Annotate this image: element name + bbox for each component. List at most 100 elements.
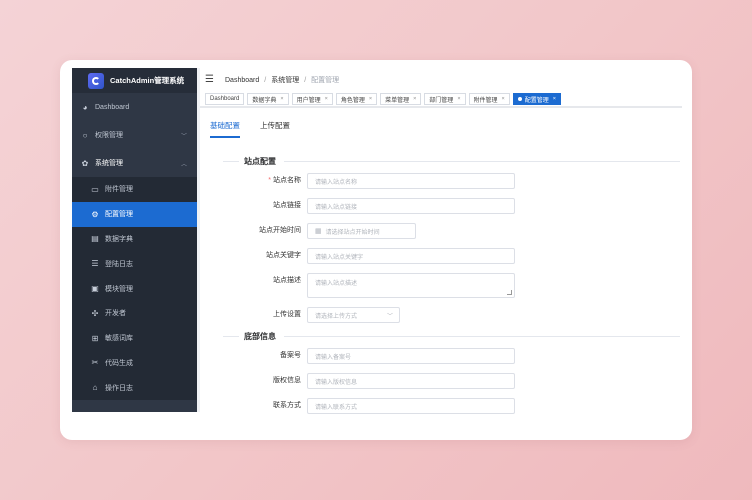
keywords-input[interactable]: 请输入站点关键字 — [307, 248, 515, 264]
tab-dashboard[interactable]: Dashboard — [205, 93, 245, 105]
field-label-text: 站点名称 — [273, 177, 301, 184]
subtab-upload[interactable]: 上传配置 — [260, 120, 290, 138]
app-title: CatchAdmin管理系统 — [110, 76, 185, 85]
close-icon[interactable]: × — [457, 96, 460, 102]
sidebar-item-label: 操作日志 — [105, 384, 133, 392]
tab-dictionary[interactable]: 数据字典 × — [247, 93, 289, 105]
placeholder: 请选择站点开始时间 — [325, 229, 380, 236]
sidebar-item-label: 数据字典 — [105, 235, 133, 243]
sidebar-item-label: 模块管理 — [105, 285, 133, 293]
folder-icon: ▭ — [91, 184, 99, 194]
sidebar-item-attachments[interactable]: ▭ 附件管理 — [72, 177, 197, 202]
app-logo[interactable]: CatchAdmin管理系统 — [72, 68, 197, 93]
form-row-site-name: * 站点名称 请输入站点名称 — [200, 173, 515, 189]
placeholder: 请输入联系方式 — [315, 404, 358, 411]
start-time-picker[interactable]: ▦ 请选择站点开始时间 — [307, 223, 416, 239]
icp-input[interactable]: 请输入备案号 — [307, 348, 515, 364]
sidebar-item-label: 系统管理 — [95, 160, 123, 167]
field-label: 备案号 — [280, 352, 301, 359]
divider — [223, 336, 239, 337]
sidebar-item-permissions[interactable]: ○ 权限管理 ﹀ — [72, 121, 197, 149]
logo-icon — [88, 72, 104, 89]
gear-icon: ✿ — [81, 158, 89, 168]
sidebar-item-dictionary[interactable]: ▤ 数据字典 — [72, 227, 197, 252]
divider — [284, 336, 680, 337]
crosshair-icon: ✣ — [91, 308, 99, 318]
tab-attachments[interactable]: 附件管理 × — [468, 93, 510, 105]
tab-departments[interactable]: 部门管理 × — [424, 93, 466, 105]
tab-config[interactable]: 配置管理 × — [512, 93, 561, 105]
description-textarea[interactable]: 请输入站点描述 — [307, 273, 515, 298]
field-label: 站点描述 — [273, 277, 301, 284]
field-label: 站点开始时间 — [259, 227, 301, 234]
menu-fold-icon[interactable]: ☰ — [205, 75, 217, 85]
folder-plus-icon: ⊞ — [91, 333, 99, 343]
tab-label: 菜单管理 — [385, 97, 410, 104]
copyright-input[interactable]: 请输入版权信息 — [307, 373, 515, 389]
section-site-config: 站点配置 — [223, 156, 680, 167]
sidebar: CatchAdmin管理系统 ◕ Dashboard ○ 权限管理 ﹀ ✿ 系统… — [72, 68, 197, 412]
placeholder: 请输入站点描述 — [315, 281, 358, 287]
form-row-upload: 上传设置 请选择上传方式 ﹀ — [200, 307, 400, 323]
site-name-input[interactable]: 请输入站点名称 — [307, 173, 515, 189]
module-icon: ▣ — [91, 284, 99, 294]
divider — [284, 161, 680, 162]
breadcrumb-item[interactable]: Dashboard — [225, 77, 259, 84]
sidebar-item-system[interactable]: ✿ 系统管理 ︿ — [72, 149, 197, 177]
section-title: 站点配置 — [244, 157, 276, 166]
close-icon[interactable]: × — [553, 96, 556, 102]
field-label: 版权信息 — [273, 377, 301, 384]
sidebar-item-config[interactable]: ⚙ 配置管理 — [72, 201, 197, 227]
sidebar-item-label: 权限管理 — [95, 132, 123, 139]
sidebar-item-dashboard[interactable]: ◕ Dashboard — [72, 93, 197, 121]
sidebar-item-developer[interactable]: ✣ 开发者 — [72, 301, 197, 326]
gear-icon: ⚙ — [91, 209, 99, 219]
field-label: 站点关键字 — [266, 252, 301, 259]
subtab-basic[interactable]: 基础配置 — [210, 120, 240, 138]
placeholder: 请输入备案号 — [315, 354, 352, 361]
section-footer-info: 底部信息 — [223, 331, 680, 342]
tab-roles[interactable]: 角色管理 × — [335, 93, 378, 105]
field-label: 上传设置 — [273, 311, 301, 318]
topbar: ☰ Dashboard / 系统管理 / 配置管理 — [200, 68, 682, 92]
breadcrumb-item[interactable]: 系统管理 — [271, 75, 299, 85]
close-icon[interactable]: × — [413, 96, 416, 102]
tab-menus[interactable]: 菜单管理 × — [380, 93, 422, 105]
sidebar-item-label: 敏感词库 — [105, 335, 133, 343]
field-label: 联系方式 — [273, 402, 301, 409]
sidebar-item-label: 附件管理 — [105, 186, 133, 194]
chevron-down-icon: ﹀ — [180, 134, 187, 140]
close-icon[interactable]: × — [369, 96, 372, 102]
form-row-site-url: 站点链接 请输入站点链接 — [200, 198, 515, 214]
section-title: 底部信息 — [244, 332, 276, 341]
divider — [223, 161, 239, 162]
close-icon[interactable]: × — [325, 96, 328, 102]
breadcrumb-current: 配置管理 — [311, 77, 340, 84]
database-icon: ☰ — [91, 259, 99, 269]
required-mark: * — [268, 177, 271, 184]
sidebar-item-login-log[interactable]: ☰ 登陆日志 — [72, 251, 197, 276]
contact-input[interactable]: 请输入联系方式 — [307, 398, 515, 414]
chevron-up-icon: ︿ — [180, 162, 187, 168]
sidebar-item-label: 代码生成 — [105, 359, 133, 367]
site-url-input[interactable]: 请输入站点链接 — [307, 198, 515, 214]
sidebar-item-codegen[interactable]: ✂ 代码生成 — [72, 351, 197, 376]
tab-label: 数据字典 — [252, 97, 277, 104]
tab-users[interactable]: 用户管理 × — [291, 93, 333, 105]
sidebar-item-modules[interactable]: ▣ 模块管理 — [72, 276, 197, 301]
placeholder: 请输入站点链接 — [315, 204, 358, 211]
tabs-bar: Dashboard 数据字典 × 用户管理 × 角色管理 × 菜单管理 × 部门… — [200, 92, 682, 108]
placeholder: 请输入版权信息 — [315, 379, 358, 386]
sidebar-item-label: 开发者 — [105, 310, 126, 318]
form-row-contact: 联系方式 请输入联系方式 — [200, 398, 515, 414]
close-icon[interactable]: × — [280, 96, 283, 102]
form-row-keywords: 站点关键字 请输入站点关键字 — [200, 248, 515, 264]
close-icon[interactable]: × — [502, 96, 505, 102]
sidebar-item-operation-log[interactable]: ⌂ 操作日志 — [72, 375, 197, 400]
app-window: CatchAdmin管理系统 ◕ Dashboard ○ 权限管理 ﹀ ✿ 系统… — [60, 60, 692, 440]
sidebar-item-sensitive-words[interactable]: ⊞ 敏感词库 — [72, 326, 197, 351]
placeholder: 请输入站点关键字 — [315, 254, 364, 261]
upload-method-select[interactable]: 请选择上传方式 ﹀ — [307, 307, 400, 323]
tab-label: 用户管理 — [296, 97, 321, 104]
active-dot-icon — [517, 97, 522, 101]
